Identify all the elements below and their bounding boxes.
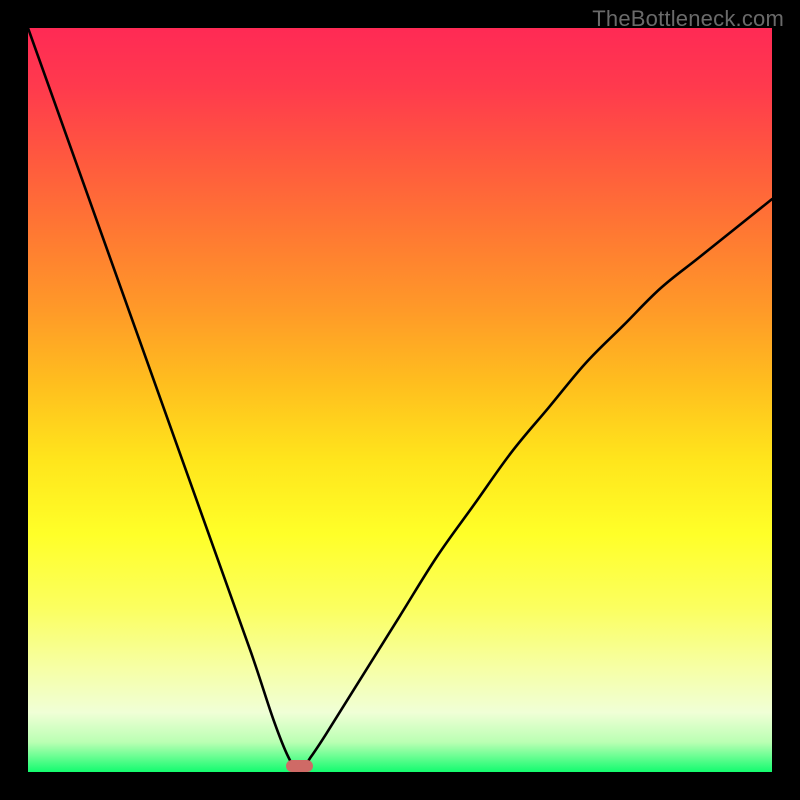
plot-area	[28, 28, 772, 772]
min-marker	[286, 760, 314, 772]
watermark-text: TheBottleneck.com	[592, 6, 784, 32]
bottleneck-curve	[28, 28, 772, 772]
chart-frame: TheBottleneck.com	[0, 0, 800, 800]
